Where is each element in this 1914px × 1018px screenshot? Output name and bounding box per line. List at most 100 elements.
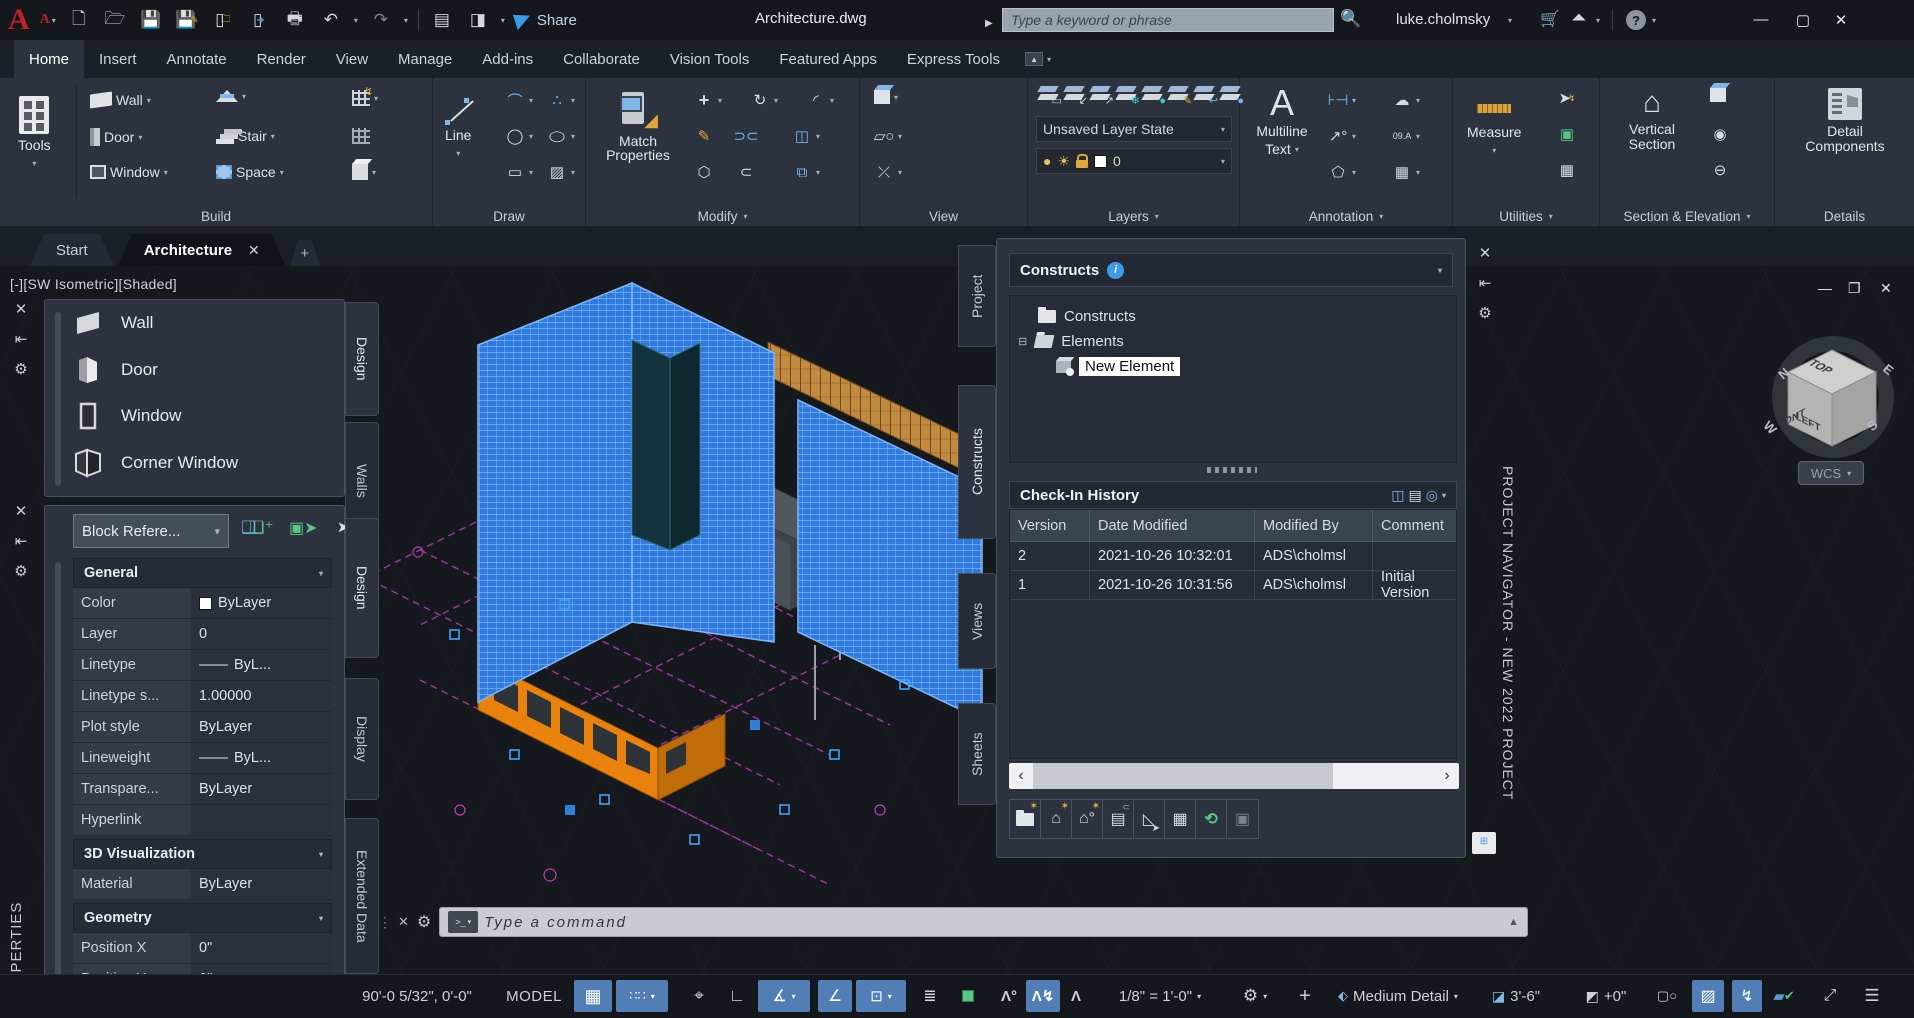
mirror-button[interactable]: ◫ [792,126,820,146]
autodesk-logo-icon[interactable]: ⏶ [1572,8,1586,28]
maximize-button[interactable] [1790,11,1816,29]
table-button[interactable]: ▦ [1392,162,1420,182]
new-element-button[interactable]: ⌂° ✶ [1072,800,1103,838]
column-grid-button[interactable]: ↯ [352,86,378,106]
prop-layer[interactable]: Layer 0 [73,619,332,650]
tool-palette-properties-icon[interactable] [10,360,32,378]
panel-label-utilities[interactable]: Utilities [1453,209,1599,224]
customization-menu-button[interactable]: ☰ [1854,980,1890,1012]
mass-element-button[interactable] [352,164,376,180]
pn-display-icon[interactable]: ⊞ [1472,832,1496,854]
col-modified-by[interactable]: Modified By [1255,510,1373,541]
display-configuration-button[interactable]: ⬖ Medium Detail [1328,980,1468,1012]
schedule-icon[interactable]: ◫ [1391,487,1404,504]
named-views-button[interactable] [874,90,898,104]
current-layer-combo[interactable]: ● ☀ 0 [1036,148,1232,174]
panel-label-view[interactable]: View [860,209,1027,224]
prop-color[interactable]: Color ByLayer [73,588,332,619]
explode-button[interactable]: ⬡ [694,162,714,182]
object-type-selector[interactable]: Block Refere... [73,514,229,548]
layer-off-icon[interactable]: ● [1140,84,1166,107]
hatch-button[interactable]: ▨ [547,162,575,182]
ortho-mode-toggle[interactable]: ∟ [720,980,754,1012]
viewport-close-icon[interactable] [1880,280,1892,297]
layer-unisolate-icon[interactable]: ↗ [1088,84,1114,107]
scrollbar-thumb[interactable] [1033,763,1333,789]
search-input[interactable] [1002,8,1334,32]
col-date-modified[interactable]: Date Modified [1090,510,1255,541]
elevation-mark-button[interactable]: ◉ [1710,124,1730,144]
ribbon-tab-addins[interactable]: Add-ins [467,40,548,78]
layer-color-swatch[interactable] [1094,154,1108,168]
help-dropdown[interactable] [1652,16,1656,25]
section-general[interactable]: General [73,558,332,588]
roof-slab-button[interactable] [216,90,246,102]
app-store-cart-icon[interactable]: 🛒 [1540,9,1560,29]
visual-styles-button[interactable]: ▱○ [874,126,902,146]
ribbon-tab-insert[interactable]: Insert [84,40,152,78]
ribbon-collapse-button[interactable]: ▲ [1025,40,1051,78]
prop-material[interactable]: Material ByLayer [73,869,332,900]
pn-tab-sheets[interactable]: Sheets [958,703,996,805]
layer-states-icon[interactable]: ● [1218,84,1244,107]
ribbon-tab-home[interactable]: Home [14,40,85,78]
search-history-icon[interactable]: ◎ [1426,487,1438,504]
point-button[interactable]: ∴ [547,90,575,110]
layer-previous-icon[interactable]: ↩ [1192,84,1218,107]
command-close-icon[interactable] [398,914,409,930]
match-properties-button[interactable]: ◢ Match Properties [600,90,676,163]
help-icon[interactable]: ? [1626,10,1646,30]
isometric-drafting-toggle[interactable]: ∠ [818,980,852,1012]
redo-icon[interactable]: ↷ [368,7,394,33]
select-similar-button[interactable]: ▣ [1557,124,1577,144]
pn-horizontal-scrollbar[interactable] [1009,763,1459,789]
layer-make-current-icon[interactable]: ✎ [1166,84,1192,107]
customize-qat-icon[interactable]: ◨ [465,7,491,33]
prop-position-x[interactable]: Position X 0" [73,933,332,964]
attach-element-button[interactable]: ▤ ⊂ [1103,800,1134,838]
layer-thaw-sun-icon[interactable]: ☀ [1057,153,1070,170]
tool-palette-autohide-icon[interactable] [10,330,32,348]
offset-button[interactable]: ⊃⊂ [733,126,758,146]
command-prompt-icon[interactable]: >_ [448,911,479,933]
panel-label-annotation[interactable]: Annotation [1240,209,1452,224]
layer-unlock-icon[interactable] [1076,153,1089,168]
pn-autohide-icon[interactable] [1474,274,1496,292]
stair-button[interactable]: Stair [216,128,275,144]
markup-import-icon[interactable]: ▤ [429,7,455,33]
copy-button[interactable]: ⧉ [792,162,820,182]
color-swatch[interactable] [199,596,212,610]
tool-door[interactable]: Door [73,356,158,384]
cut-plane-button[interactable]: ◪ 3'-6" [1474,980,1558,1012]
table-view-button[interactable]: ▦ [1165,800,1196,838]
share-button[interactable]: Share [512,9,577,31]
properties-tab-extended-data[interactable]: Extended Data [345,818,379,974]
move-button[interactable]: + [694,90,722,110]
prop-linetype-scale[interactable]: Linetype s... 1.00000 [73,681,332,712]
redo-dropdown[interactable] [404,16,408,25]
viewport-restore-icon[interactable] [1848,280,1861,297]
tool-palette-scrollbar[interactable] [55,312,61,486]
object-snap-toggle[interactable]: Λ° [992,980,1026,1012]
workspace-crosshair-button[interactable]: + [1288,980,1322,1012]
structural-member-button[interactable] [352,128,370,144]
panel-label-layers[interactable]: Layers [1028,209,1239,224]
undo-dropdown[interactable] [354,16,358,25]
splitter-handle[interactable] [1207,467,1257,473]
door-button[interactable]: Door [90,128,142,146]
tree-node-constructs[interactable]: Constructs [1038,304,1456,329]
multiline-text-button[interactable]: A Multiline Text [1250,85,1314,158]
fillet-button[interactable]: ◜ [806,90,834,110]
line-button[interactable]: Line [445,98,471,162]
prop-transparency[interactable]: Transpare... ByLayer [73,774,332,805]
isolate-objects-button[interactable]: ▢○ [1652,980,1682,1012]
ribbon-tab-render[interactable]: Render [242,40,321,78]
ribbon-tab-collaborate[interactable]: Collaborate [548,40,655,78]
object-snap-tracking-toggle[interactable]: ⊡ [856,980,906,1012]
app-menu-button[interactable]: A [40,12,56,28]
tree-node-new-element[interactable]: New Element [1056,354,1456,379]
properties-tab-design[interactable]: Design [345,518,379,658]
save-to-mobile-icon[interactable]: ▯ 🗀 [210,7,236,33]
tool-palette-close-icon[interactable] [10,300,32,318]
list-view-icon[interactable]: ▤ [1409,487,1422,504]
